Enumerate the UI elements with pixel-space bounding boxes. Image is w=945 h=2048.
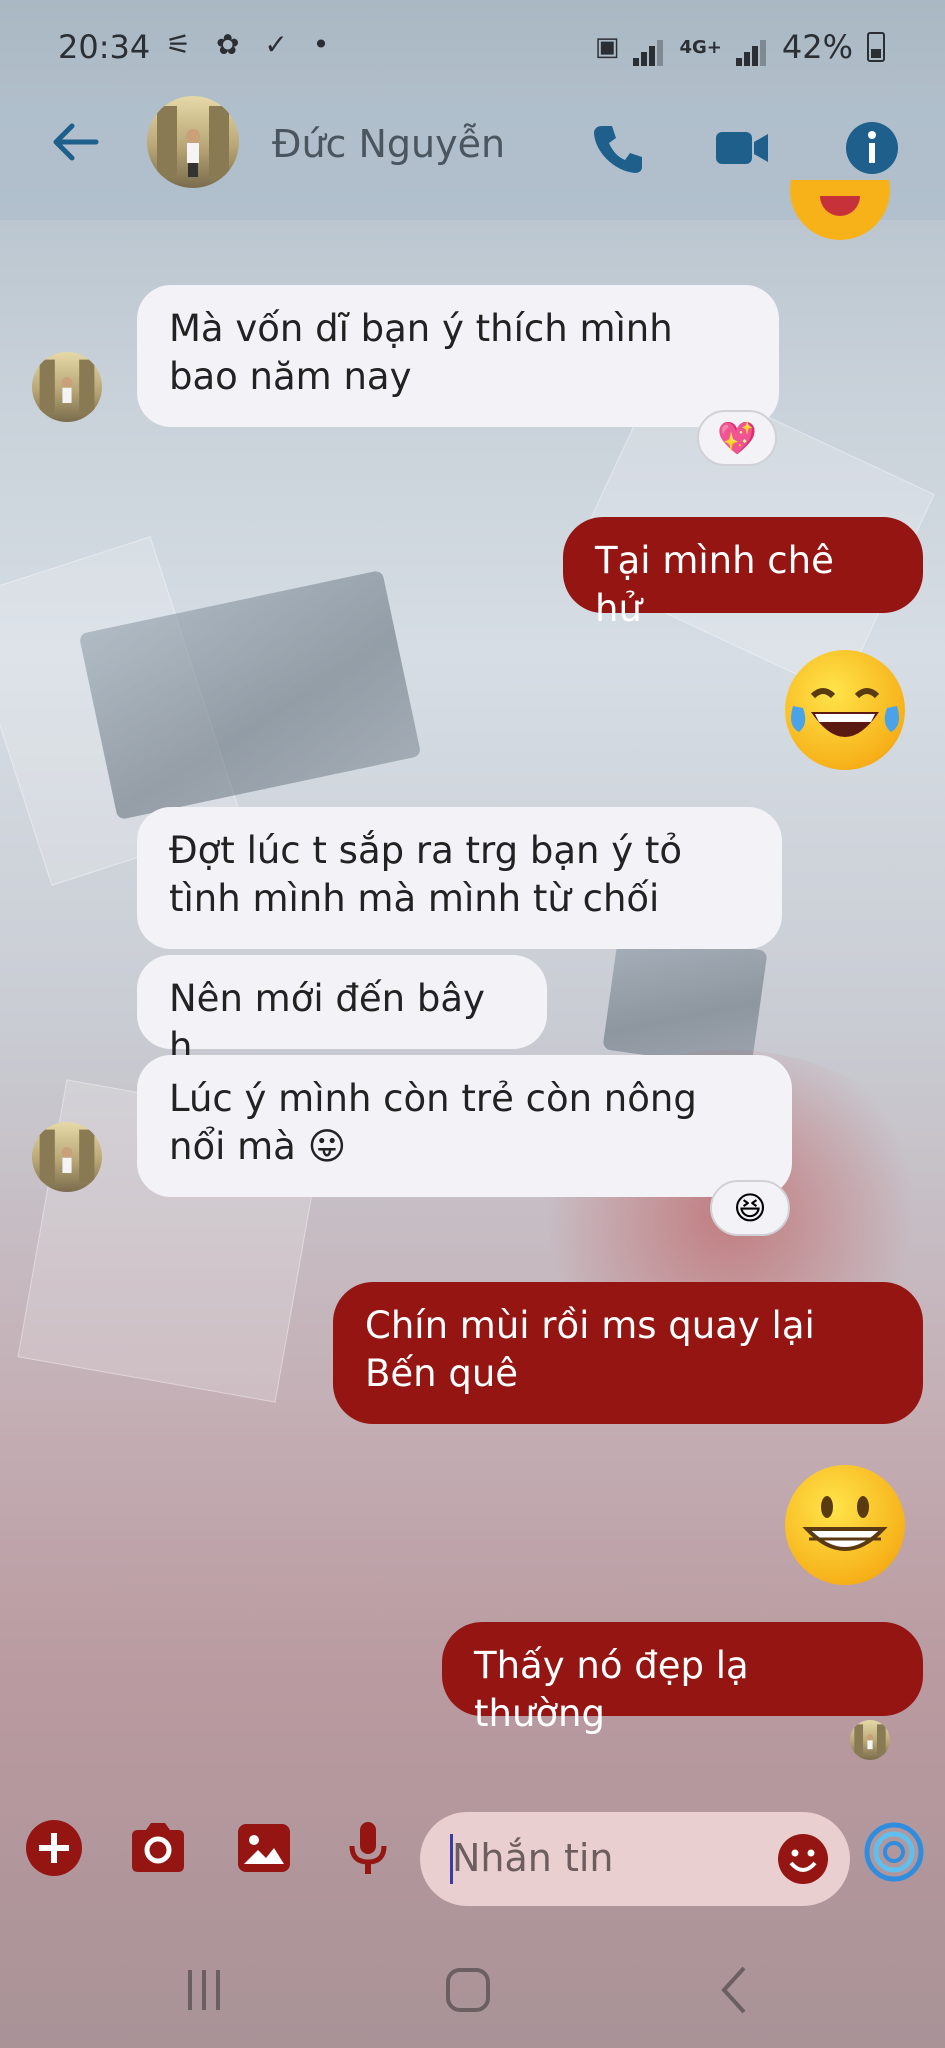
message-input-placeholder: Nhắn tin — [452, 1836, 614, 1880]
avatar-image — [39, 359, 95, 413]
contact-name[interactable]: Đức Nguyễn — [272, 122, 505, 166]
signal-icon — [633, 28, 665, 66]
system-nav-bar — [0, 1920, 945, 2048]
avatar-image — [39, 1129, 95, 1183]
message-reaction[interactable]: 💖 — [697, 410, 777, 466]
avatar-image — [157, 106, 229, 177]
avatar-image — [854, 1724, 886, 1755]
sim-icon: ▣ — [594, 32, 620, 62]
status-bar: 20:34 ⚟ ✿ ✓ • ▣ 4G+ 42% — [0, 0, 945, 95]
camera-icon[interactable] — [126, 1816, 190, 1880]
home-icon[interactable] — [438, 1960, 498, 2020]
network-type: 4G+ — [679, 36, 722, 58]
message-input[interactable]: Nhắn tin — [420, 1812, 850, 1906]
partial-emoji — [790, 180, 890, 242]
signal-icon-2 — [735, 28, 768, 66]
video-call-icon[interactable] — [712, 118, 772, 178]
info-icon[interactable] — [842, 118, 902, 178]
outgoing-message[interactable]: Thấy nó đẹp lạ thường — [442, 1622, 923, 1735]
emoji-face — [802, 1496, 888, 1551]
emoji-face — [791, 688, 899, 737]
gallery-icon[interactable] — [232, 1816, 296, 1880]
message-reaction[interactable]: 😆 — [710, 1180, 790, 1236]
contact-avatar[interactable] — [147, 96, 239, 188]
grinning-emoji[interactable] — [785, 1465, 905, 1585]
incoming-message[interactable]: Nên mới đến bây h — [137, 955, 547, 1068]
incoming-message[interactable]: Lúc ý mình còn trẻ còn nông nổi mà 😛 — [137, 1055, 792, 1197]
seen-avatar — [850, 1720, 890, 1760]
incoming-message[interactable]: Mà vốn dĩ bạn ý thích mình bao năm nay — [137, 285, 779, 427]
add-icon[interactable] — [22, 1816, 86, 1880]
message-composer: Nhắn tin — [0, 1790, 945, 1920]
emoji-icon[interactable] — [776, 1832, 830, 1886]
laughing-tears-emoji[interactable] — [785, 650, 905, 770]
sender-avatar[interactable] — [32, 352, 102, 422]
back-arrow-icon[interactable] — [46, 112, 106, 172]
status-time: 20:34 — [58, 28, 151, 66]
status-right-group: ▣ 4G+ 42% — [595, 28, 885, 66]
recent-apps-icon[interactable] — [174, 1960, 234, 2020]
battery-percent: 42% — [781, 28, 853, 66]
status-notification-icons: ⚟ ✿ ✓ • — [166, 28, 338, 61]
phone-icon[interactable] — [588, 118, 648, 178]
sender-avatar[interactable] — [32, 1122, 102, 1192]
ai-assistant-icon[interactable] — [862, 1820, 926, 1884]
microphone-icon[interactable] — [336, 1816, 400, 1880]
outgoing-message[interactable]: Tại mình chê hử — [563, 517, 923, 630]
back-nav-icon[interactable] — [706, 1960, 766, 2020]
outgoing-message[interactable]: Chín mùi rồi ms quay lại Bến quê — [333, 1282, 923, 1424]
incoming-message[interactable]: Đợt lúc t sắp ra trg bạn ý tỏ tình mình … — [137, 807, 782, 949]
battery-icon — [867, 32, 885, 62]
background-face — [602, 930, 768, 1070]
